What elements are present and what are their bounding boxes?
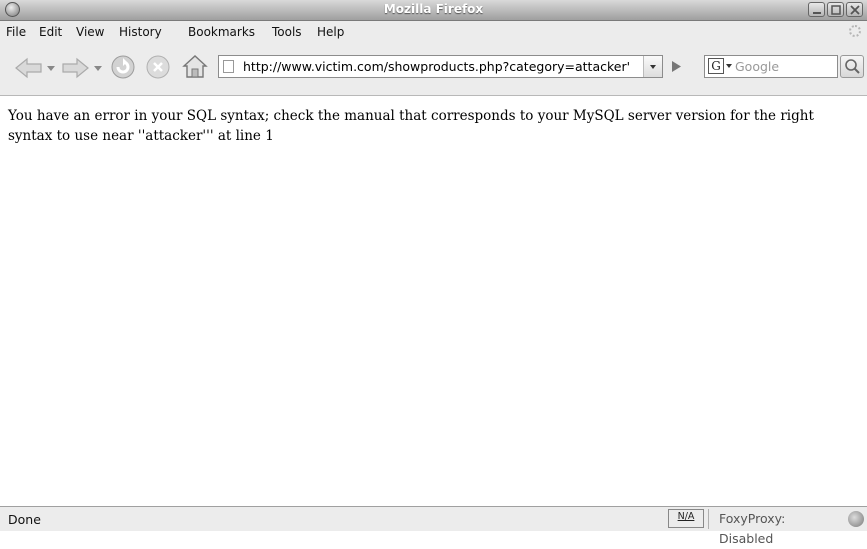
status-bar: Done N/A FoxyProxy: Disabled bbox=[0, 506, 867, 546]
close-icon bbox=[850, 5, 860, 15]
navigation-toolbar: http://www.victim.com/showproducts.php?c… bbox=[0, 43, 867, 95]
foxyproxy-icon[interactable] bbox=[848, 511, 864, 527]
title-bar: Mozilla Firefox bbox=[0, 0, 867, 21]
menu-bookmarks[interactable]: Bookmarks bbox=[188, 25, 255, 39]
chevron-down-icon bbox=[650, 65, 656, 69]
window-title: Mozilla Firefox bbox=[383, 2, 484, 16]
maximize-icon bbox=[831, 5, 841, 15]
menu-history[interactable]: History bbox=[119, 25, 162, 39]
status-text: Done bbox=[8, 512, 41, 527]
reload-icon[interactable] bbox=[110, 54, 136, 80]
na-label: N/A bbox=[677, 511, 695, 522]
forward-arrow-icon[interactable] bbox=[60, 57, 90, 79]
menu-file[interactable]: File bbox=[6, 25, 26, 39]
search-engine-icon[interactable]: G bbox=[708, 58, 724, 74]
minimize-icon bbox=[813, 12, 821, 14]
menu-edit[interactable]: Edit bbox=[39, 25, 62, 39]
url-bar[interactable]: http://www.victim.com/showproducts.php?c… bbox=[218, 55, 663, 78]
search-bar[interactable]: G Google bbox=[704, 55, 838, 78]
sql-error-message: You have an error in your SQL syntax; ch… bbox=[8, 108, 814, 144]
foxyproxy-status[interactable]: FoxyProxy: Disabled bbox=[708, 509, 843, 546]
go-arrow-icon[interactable] bbox=[666, 55, 686, 78]
search-button[interactable] bbox=[840, 55, 864, 78]
na-indicator[interactable]: N/A bbox=[668, 509, 704, 528]
minimize-button[interactable] bbox=[808, 2, 825, 17]
menu-bar: File Edit View History Bookmarks Tools H… bbox=[0, 21, 867, 43]
window-controls bbox=[808, 2, 863, 17]
stop-icon[interactable] bbox=[145, 54, 171, 80]
url-text[interactable]: http://www.victim.com/showproducts.php?c… bbox=[243, 59, 630, 74]
url-history-dropdown[interactable] bbox=[643, 56, 662, 77]
back-history-chevron-icon[interactable] bbox=[47, 66, 55, 72]
activity-throbber-icon bbox=[849, 25, 861, 37]
page-icon bbox=[223, 60, 234, 73]
back-arrow-icon[interactable] bbox=[14, 57, 44, 79]
menu-tools[interactable]: Tools bbox=[272, 25, 302, 39]
menu-help[interactable]: Help bbox=[317, 25, 344, 39]
search-engine-dropdown-icon[interactable] bbox=[726, 64, 732, 68]
page-content: You have an error in your SQL syntax; ch… bbox=[0, 95, 867, 507]
maximize-button[interactable] bbox=[827, 2, 844, 17]
forward-history-chevron-icon[interactable] bbox=[94, 66, 102, 72]
home-icon[interactable] bbox=[182, 53, 208, 79]
close-button[interactable] bbox=[846, 2, 863, 17]
menu-view[interactable]: View bbox=[76, 25, 104, 39]
search-placeholder[interactable]: Google bbox=[735, 59, 779, 74]
magnifier-icon bbox=[845, 59, 860, 74]
